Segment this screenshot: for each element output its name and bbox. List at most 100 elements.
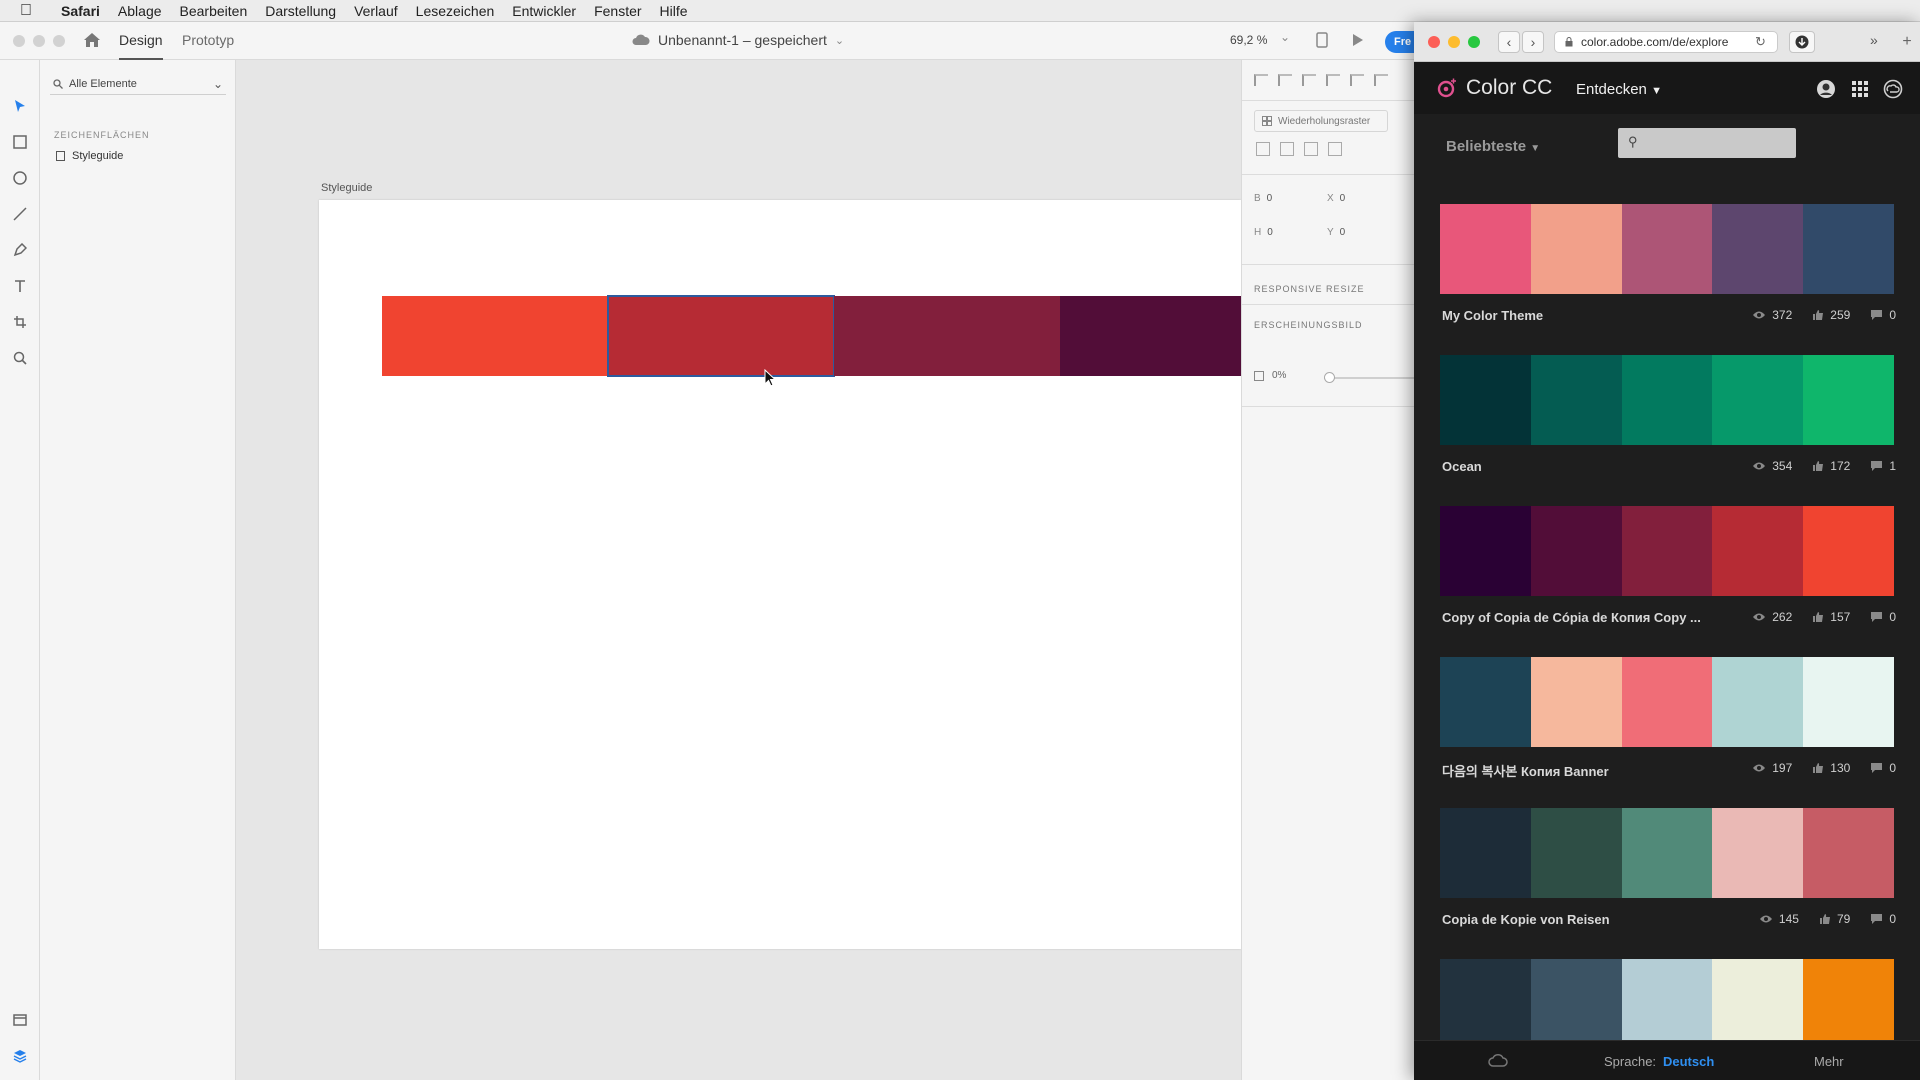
- artboard-styleguide[interactable]: [319, 200, 1241, 949]
- apps-grid-icon[interactable]: [1850, 79, 1870, 99]
- apple-menu-icon[interactable]: : [0, 2, 52, 20]
- device-preview-icon[interactable]: [1316, 32, 1328, 48]
- distribute-icon[interactable]: [1326, 74, 1340, 86]
- theme-search-input[interactable]: ⚲: [1618, 128, 1796, 158]
- comment-icon[interactable]: [1870, 762, 1883, 774]
- downloads-button[interactable]: [1789, 31, 1815, 53]
- user-avatar-icon[interactable]: [1816, 79, 1836, 99]
- zoom-level[interactable]: 69,2 %: [1230, 33, 1267, 47]
- theme-card[interactable]: Copia de Kopie von Reisen 145 79 0: [1440, 808, 1896, 932]
- comment-icon[interactable]: [1870, 460, 1883, 472]
- repeat-grid-button[interactable]: Wiederholungsraster: [1254, 110, 1388, 132]
- color-swatch-3[interactable]: [834, 296, 1060, 376]
- color-swatch-1[interactable]: [382, 296, 608, 376]
- x-field[interactable]: X0: [1327, 193, 1345, 204]
- responsive-resize-heading[interactable]: RESPONSIVE RESIZE: [1254, 284, 1365, 294]
- tab-design[interactable]: Design: [119, 32, 163, 60]
- theme-card[interactable]: Copy of Copia de Cópia de Копия Copy ...…: [1440, 506, 1896, 630]
- theme-card[interactable]: Ocean 354 172 1: [1440, 355, 1896, 479]
- tab-prototype[interactable]: Prototyp: [182, 32, 234, 48]
- menu-fenster[interactable]: Fenster: [585, 3, 650, 19]
- sort-dropdown[interactable]: Beliebteste ▼: [1446, 138, 1540, 155]
- y-field[interactable]: Y0: [1327, 227, 1345, 238]
- comment-icon[interactable]: [1870, 309, 1883, 321]
- menu-bearbeiten[interactable]: Bearbeiten: [171, 3, 257, 19]
- layer-filter-dropdown[interactable]: Alle Elemente ⌄: [50, 73, 226, 95]
- ellipse-tool[interactable]: [10, 168, 30, 188]
- close-window-button[interactable]: [1428, 36, 1440, 48]
- width-field[interactable]: B0: [1254, 193, 1272, 204]
- menu-darstellung[interactable]: Darstellung: [256, 3, 345, 19]
- theme-name[interactable]: Copia de Kopie von Reisen: [1442, 912, 1610, 927]
- minimize-window-button[interactable]: [1448, 36, 1460, 48]
- theme-card[interactable]: [1440, 959, 1894, 1049]
- line-tool[interactable]: [10, 204, 30, 224]
- thumbs-up-icon[interactable]: [1812, 309, 1824, 321]
- back-button[interactable]: ‹: [1498, 31, 1520, 53]
- thumbs-up-icon[interactable]: [1819, 913, 1831, 925]
- text-tool[interactable]: [10, 276, 30, 296]
- theme-card[interactable]: 다음의 복사본 Копия Banner 197 130 0: [1440, 657, 1896, 781]
- creative-cloud-icon[interactable]: [1883, 79, 1903, 99]
- add-icon[interactable]: [1256, 142, 1270, 156]
- discover-menu[interactable]: Entdecken ▼: [1576, 81, 1662, 98]
- slider-handle[interactable]: [1324, 372, 1335, 383]
- minimize-window-button[interactable]: [33, 35, 45, 47]
- artboard-label[interactable]: Styleguide: [321, 182, 372, 194]
- more-link[interactable]: Mehr: [1814, 1054, 1844, 1069]
- opacity-slider[interactable]: [1324, 372, 1421, 383]
- thumbs-up-icon[interactable]: [1812, 460, 1824, 472]
- home-icon[interactable]: [82, 30, 102, 50]
- theme-card[interactable]: My Color Theme 372 259 0: [1440, 204, 1896, 328]
- menu-verlauf[interactable]: Verlauf: [345, 3, 407, 19]
- creative-cloud-icon[interactable]: [1488, 1053, 1508, 1069]
- theme-name[interactable]: 다음의 복사본 Копия Banner: [1442, 761, 1609, 780]
- theme-name[interactable]: My Color Theme: [1442, 308, 1543, 323]
- layer-item-styleguide[interactable]: Styleguide: [56, 150, 123, 162]
- zoom-tool[interactable]: [10, 348, 30, 368]
- intersect-icon[interactable]: [1304, 142, 1318, 156]
- assets-panel-button[interactable]: [10, 1010, 30, 1030]
- theme-name[interactable]: Ocean: [1442, 459, 1482, 474]
- reload-icon[interactable]: ↻: [1755, 34, 1766, 50]
- theme-name[interactable]: Copy of Copia de Cópia de Копия Copy ...: [1442, 610, 1701, 625]
- color-swatch-4[interactable]: [1060, 296, 1241, 376]
- zoom-window-button[interactable]: [53, 35, 65, 47]
- pen-tool[interactable]: [10, 240, 30, 260]
- canvas[interactable]: Styleguide: [236, 60, 1241, 1080]
- exclude-icon[interactable]: [1328, 142, 1342, 156]
- forward-button[interactable]: ›: [1522, 31, 1544, 53]
- align-middle-icon[interactable]: [1278, 74, 1292, 86]
- height-field[interactable]: H0: [1254, 227, 1273, 238]
- menu-lesezeichen[interactable]: Lesezeichen: [407, 3, 504, 19]
- address-bar[interactable]: color.adobe.com/de/explore: [1554, 31, 1778, 53]
- align-center-icon[interactable]: [1374, 74, 1388, 86]
- brand-title[interactable]: Color CC: [1466, 76, 1552, 100]
- theme-palette[interactable]: [1440, 657, 1894, 747]
- thumbs-up-icon[interactable]: [1812, 611, 1824, 623]
- document-title[interactable]: Unbenannt-1 – gespeichert ⌄: [632, 32, 844, 48]
- theme-palette[interactable]: [1440, 355, 1894, 445]
- menu-entwickler[interactable]: Entwickler: [503, 3, 585, 19]
- language-selector[interactable]: Deutsch: [1663, 1054, 1714, 1069]
- menu-ablage[interactable]: Ablage: [109, 3, 171, 19]
- rectangle-tool[interactable]: [10, 132, 30, 152]
- theme-palette[interactable]: [1440, 204, 1894, 294]
- align-left-icon[interactable]: [1350, 74, 1364, 86]
- opacity-control[interactable]: 0%: [1254, 370, 1286, 381]
- menu-app[interactable]: Safari: [52, 3, 109, 19]
- theme-palette[interactable]: [1440, 506, 1894, 596]
- theme-palette[interactable]: [1440, 959, 1894, 1049]
- close-window-button[interactable]: [13, 35, 25, 47]
- more-tabs-icon[interactable]: »: [1870, 32, 1878, 48]
- artboard-tool[interactable]: [10, 312, 30, 332]
- comment-icon[interactable]: [1870, 913, 1883, 925]
- color-swatch-2-selected[interactable]: [607, 295, 835, 377]
- new-tab-button[interactable]: +: [1897, 33, 1917, 53]
- color-cc-logo-icon[interactable]: [1436, 78, 1458, 100]
- subtract-icon[interactable]: [1280, 142, 1294, 156]
- zoom-chevron-icon[interactable]: ⌄: [1280, 30, 1290, 44]
- play-icon[interactable]: [1352, 33, 1364, 47]
- theme-palette[interactable]: [1440, 808, 1894, 898]
- thumbs-up-icon[interactable]: [1812, 762, 1824, 774]
